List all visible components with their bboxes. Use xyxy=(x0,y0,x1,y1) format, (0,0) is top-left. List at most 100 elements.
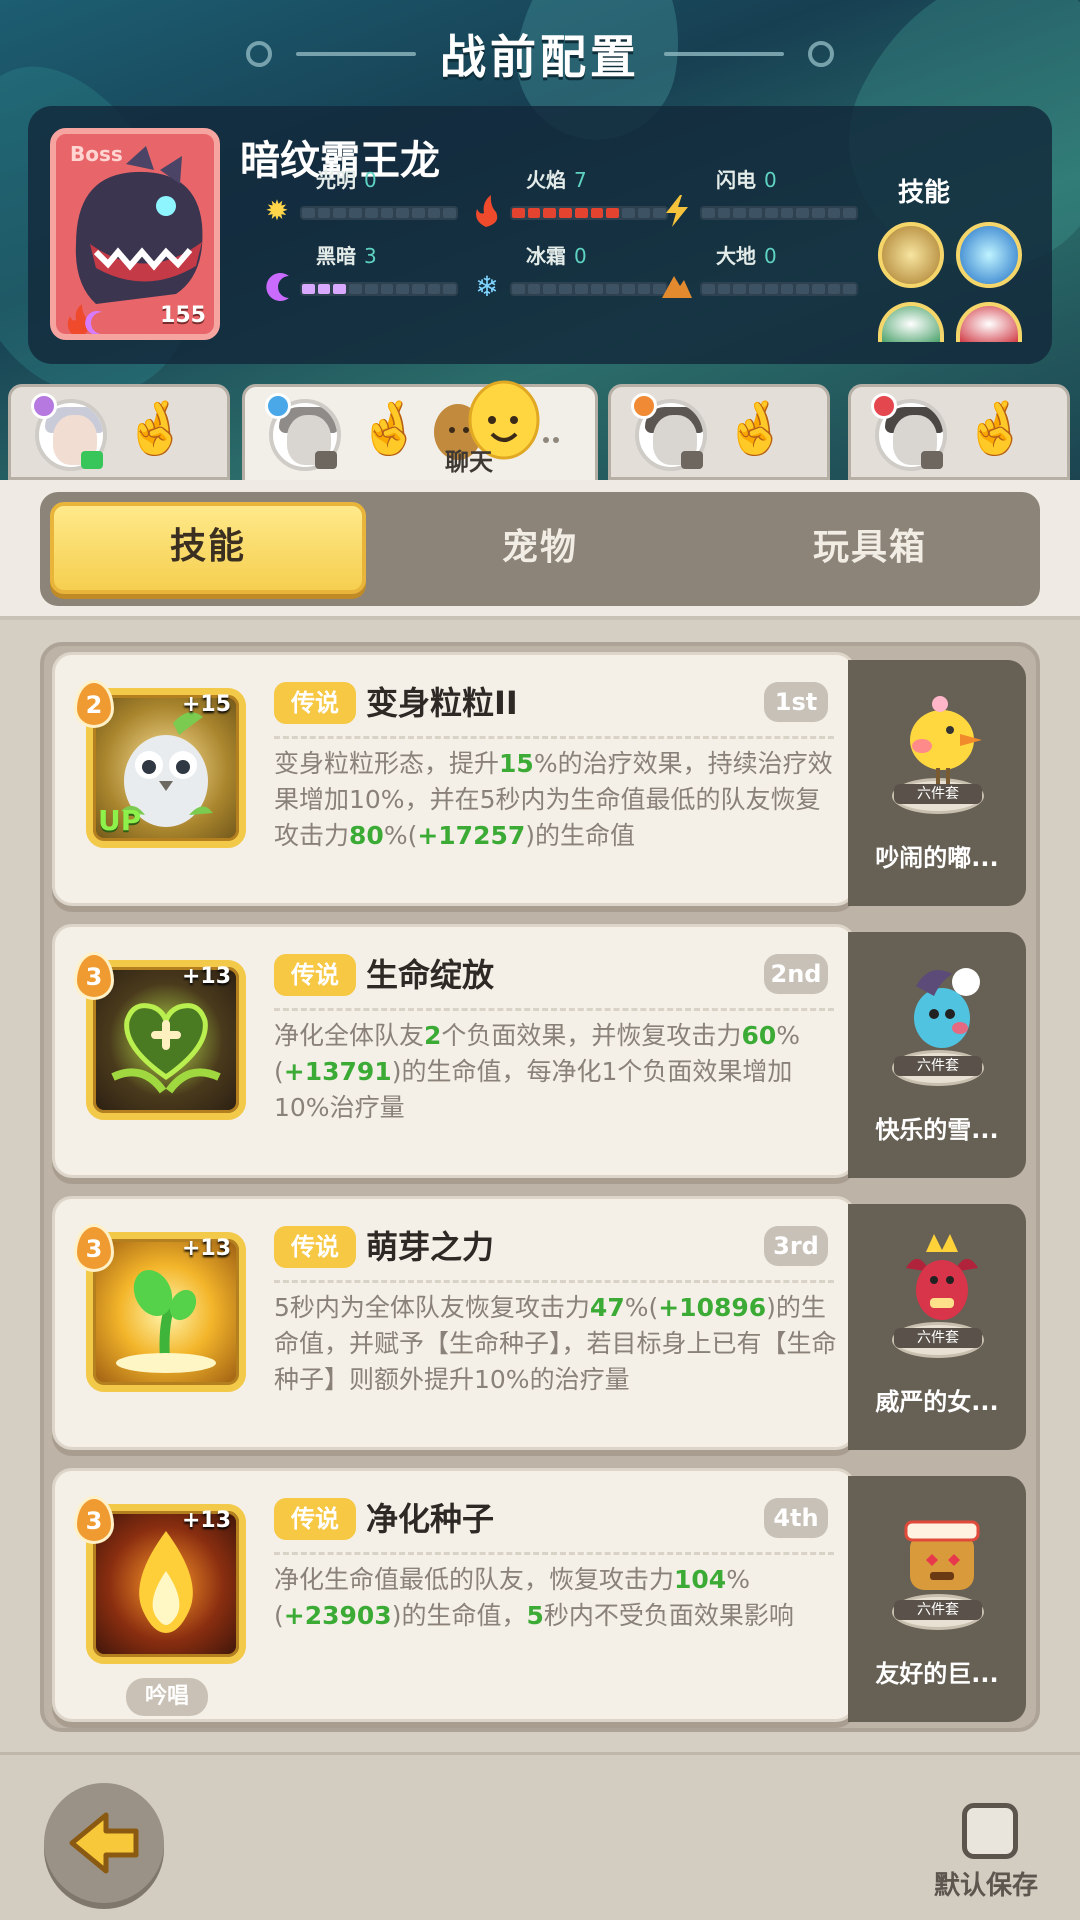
element-value: 0 xyxy=(574,244,587,268)
pet-name: 吵闹的嘟... xyxy=(875,844,999,872)
element-bar-segment xyxy=(317,208,331,218)
element-bar-segment xyxy=(749,208,762,218)
element-value: 0 xyxy=(764,168,777,192)
offline-status-icon xyxy=(921,451,943,469)
character-tab-1[interactable]: 🤞 xyxy=(8,384,230,480)
footer-bar: 默认保存 xyxy=(0,1752,1080,1920)
element-bar-segment xyxy=(717,208,731,218)
element-bar-segment xyxy=(843,208,857,218)
skill-card[interactable]: 3 +13 传说 萌芽之力 3rd 5秒内为全体队友恢复攻击力47%(+1089… xyxy=(52,1196,1026,1450)
highlight-value: +10896 xyxy=(658,1293,767,1322)
lightning-icon xyxy=(660,194,694,228)
element-earth: 大地 0 xyxy=(660,240,860,310)
mountain-icon xyxy=(660,270,694,304)
default-save-checkbox[interactable] xyxy=(962,1803,1018,1859)
element-bar-segment xyxy=(559,284,572,294)
element-bar-segment xyxy=(637,284,651,294)
element-bar-segment xyxy=(443,284,457,294)
chat-emote-icon[interactable] xyxy=(420,380,570,480)
pet-slot[interactable]: 六件套 快乐的雪... xyxy=(848,932,1026,1178)
skill-name: 萌芽之力 xyxy=(366,1228,495,1266)
skill-name: 净化种子 xyxy=(366,1500,495,1538)
skill-order-badge: 4th xyxy=(764,1498,828,1538)
skill-card[interactable]: 3 +13 吟唱 传说 净化种子 4th 净化生命值最低的队友，恢复攻击力104… xyxy=(52,1468,1026,1722)
sun-icon: ✹ xyxy=(265,194,289,227)
element-label: 火焰 xyxy=(526,168,566,192)
element-light: 光明 0 ✹ xyxy=(260,164,460,234)
flame-icon xyxy=(470,194,504,228)
description-text: 个负面效果，并恢复攻击力 xyxy=(441,1021,742,1050)
skill-name: 变身粒粒II xyxy=(366,684,518,722)
back-button[interactable] xyxy=(44,1783,164,1903)
snowflake-icon: ❄ xyxy=(475,270,499,303)
element-bar xyxy=(510,282,668,296)
element-bar-segment xyxy=(621,208,635,218)
thumbs-hand-icon: 🤞 xyxy=(357,399,422,459)
element-value: 7 xyxy=(574,168,587,192)
skill-order-badge: 1st xyxy=(764,682,828,722)
element-bar xyxy=(510,206,668,220)
tab-skills[interactable]: 技能 xyxy=(50,502,366,594)
description-text: 变身粒粒形态，提升 xyxy=(274,749,500,778)
tab-pets[interactable]: 宠物 xyxy=(382,502,698,594)
boss-skill-roar-icon[interactable] xyxy=(878,222,944,288)
class-badge-icon xyxy=(871,393,897,419)
element-bar-segment xyxy=(590,284,604,294)
highlight-value: 2 xyxy=(424,1021,442,1050)
main-content: 技能 宠物 玩具箱 2 +15 UP 传说 变身粒粒II 1st 变身粒粒形态，… xyxy=(0,480,1080,1920)
element-bar-segment xyxy=(512,284,525,294)
element-bar xyxy=(300,206,458,220)
element-bar-segment xyxy=(380,284,394,294)
element-bar-segment xyxy=(637,208,651,218)
element-bar-segment xyxy=(302,284,315,294)
boss-skill-fourth-icon[interactable] xyxy=(956,302,1022,342)
boss-skill-frost-orb-icon[interactable] xyxy=(956,222,1022,288)
element-bar-segment xyxy=(749,284,762,294)
skill-bonus: +13 xyxy=(182,1236,232,1261)
offline-status-icon xyxy=(315,451,337,469)
element-label: 光明 xyxy=(316,168,356,192)
element-bar-segment xyxy=(380,208,394,218)
element-bar xyxy=(700,282,858,296)
element-bar-segment xyxy=(543,208,557,218)
default-save-label[interactable]: 默认保存 xyxy=(934,1865,1038,1902)
element-bar-segment xyxy=(543,284,557,294)
title-bar: 战前配置 xyxy=(0,18,1080,90)
skill-card[interactable]: 2 +15 UP 传说 变身粒粒II 1st 变身粒粒形态，提升15%的治疗效果… xyxy=(52,652,1026,906)
rarity-badge: 传说 xyxy=(274,1226,356,1268)
element-bar-segment xyxy=(717,284,731,294)
element-bar-segment xyxy=(827,284,841,294)
boss-skill-third-icon[interactable] xyxy=(878,302,944,342)
element-bar-segment xyxy=(512,208,525,218)
skill-bonus: +15 xyxy=(182,692,232,717)
element-bar-segment xyxy=(443,208,457,218)
element-bar-segment xyxy=(764,284,778,294)
element-bar-segment xyxy=(559,208,572,218)
character-tab-3[interactable]: 🤞 xyxy=(608,384,830,480)
highlight-value: 47 xyxy=(589,1293,625,1322)
boss-portrait[interactable]: Boss 155 xyxy=(50,128,220,340)
pet-slot[interactable]: 六件套 友好的巨... xyxy=(848,1476,1026,1722)
element-bar-segment xyxy=(811,284,825,294)
element-bar-segment xyxy=(702,208,715,218)
element-label: 大地 xyxy=(716,244,756,268)
pet-slot[interactable]: 六件套 威严的女... xyxy=(848,1204,1026,1450)
highlight-value: +13791 xyxy=(283,1057,392,1086)
element-bar-segment xyxy=(317,284,331,294)
character-tab-4[interactable]: 🤞 xyxy=(848,384,1070,480)
element-bar-segment xyxy=(764,208,778,218)
element-frost: 冰霜 0 ❄ xyxy=(470,240,670,310)
skill-card[interactable]: 3 +13 传说 生命绽放 2nd 净化全体队友2个负面效果，并恢复攻击力60%… xyxy=(52,924,1026,1178)
pet-slot[interactable]: 六件套 吵闹的嘟... xyxy=(848,660,1026,906)
description-text: 净化生命值最低的队友，恢复攻击力 xyxy=(274,1565,675,1594)
skill-bonus: +13 xyxy=(182,1508,232,1533)
description-text: )的生命值 xyxy=(525,821,636,850)
skill-description: 净化生命值最低的队友，恢复攻击力104%(+23903)的生命值，5秒内不受负面… xyxy=(274,1562,838,1634)
element-bar-segment xyxy=(364,208,378,218)
description-text: %( xyxy=(383,821,418,850)
boss-skills-label: 技能 xyxy=(898,178,951,208)
tab-toybox[interactable]: 玩具箱 xyxy=(712,502,1028,594)
chat-label[interactable]: 聊天 xyxy=(445,442,493,477)
class-badge-icon xyxy=(31,393,57,419)
rarity-badge: 传说 xyxy=(274,682,356,724)
